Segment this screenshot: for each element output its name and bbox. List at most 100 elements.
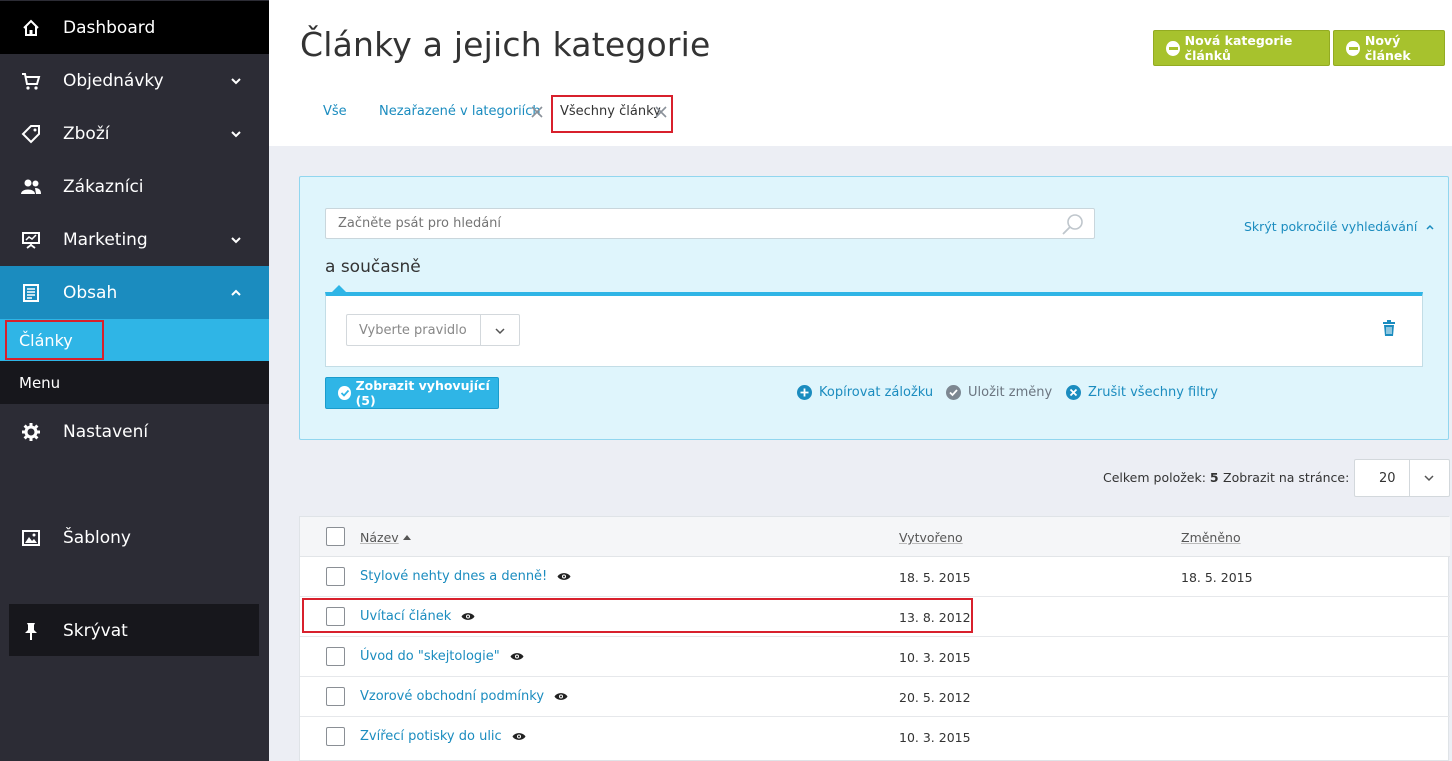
- column-header-label: Název: [360, 530, 399, 545]
- eye-icon: [554, 693, 568, 700]
- total-items-value: 5: [1209, 470, 1219, 485]
- sort-asc-icon: [403, 535, 411, 540]
- users-icon: [20, 176, 42, 198]
- document-icon: [20, 282, 42, 304]
- article-link[interactable]: Úvod do "skejtologie": [360, 649, 524, 664]
- new-category-button[interactable]: Nová kategorie článků: [1153, 30, 1330, 66]
- sidebar-item-sablony[interactable]: Šablony: [0, 511, 269, 564]
- tab-vse[interactable]: Vše: [323, 104, 347, 119]
- row-checkbox[interactable]: [326, 567, 345, 586]
- presentation-icon: [20, 229, 42, 251]
- pin-icon: [20, 620, 42, 642]
- select-divider: [1409, 460, 1410, 496]
- show-matching-button[interactable]: Zobrazit vyhovující (5): [325, 377, 499, 409]
- close-circle-icon: [1066, 385, 1081, 400]
- sidebar-item-nastaveni[interactable]: Nastavení: [0, 405, 269, 458]
- created-date: 13. 8. 2012: [899, 610, 971, 625]
- article-link[interactable]: Stylové nehty dnes a denně!: [360, 569, 571, 584]
- tab-nezarazene[interactable]: Nezařazené v lategoriích: [379, 104, 541, 119]
- article-name: Úvod do "skejtologie": [360, 649, 500, 664]
- tab-vsechny-clanky[interactable]: Všechny články: [560, 104, 661, 119]
- column-header-nazev[interactable]: Název: [360, 530, 399, 545]
- sidebar-subitem-label: Menu: [19, 373, 61, 392]
- sidebar-item-zbozi[interactable]: Zboží: [0, 107, 269, 160]
- sidebar: Dashboard Objednávky Zboží Zákazníci Mar…: [0, 0, 269, 761]
- close-icon[interactable]: [531, 106, 543, 118]
- trash-icon[interactable]: [1382, 320, 1396, 336]
- sidebar-subitem-clanky[interactable]: Články: [0, 319, 269, 361]
- table-header: Název Vytvořeno Změněno: [300, 517, 1450, 557]
- cancel-filters-link[interactable]: Zrušit všechny filtry: [1066, 385, 1218, 400]
- search-input[interactable]: [325, 208, 1095, 239]
- eye-icon: [512, 733, 526, 740]
- sidebar-item-label: Zákazníci: [63, 176, 144, 197]
- hide-advanced-search-link[interactable]: Skrýt pokročilé vyhledávání: [1244, 219, 1435, 234]
- article-name: Vzorové obchodní podmínky: [360, 689, 545, 704]
- total-items-label: Celkem položek:: [1103, 470, 1206, 485]
- article-name: Uvítací článek: [360, 609, 452, 624]
- plus-circle-icon: [797, 385, 812, 400]
- rule-select-value: Vyberte pravidlo: [359, 322, 467, 338]
- new-article-label: Nový článek: [1364, 33, 1411, 63]
- chevron-down-icon: [231, 131, 241, 138]
- article-name: Zvířecí potisky do ulic: [360, 729, 502, 744]
- check-circle-icon: [946, 385, 961, 400]
- hide-advanced-search-label: Skrýt pokročilé vyhledávání: [1244, 219, 1418, 234]
- new-article-button[interactable]: Nový článek: [1333, 30, 1445, 66]
- article-link[interactable]: Uvítací článek: [360, 609, 475, 624]
- table-row: Úvod do "skejtologie" 10. 3. 2015: [300, 637, 1450, 677]
- chevron-down-icon: [231, 237, 241, 244]
- eye-icon: [461, 613, 475, 620]
- column-header-zmeneno[interactable]: Změněno: [1181, 530, 1241, 545]
- page-header: Články a jejich kategorie Nová kategorie…: [269, 0, 1452, 146]
- eye-icon: [557, 573, 571, 580]
- cancel-filters-label: Zrušit všechny filtry: [1088, 385, 1218, 400]
- sidebar-item-obsah[interactable]: Obsah: [0, 266, 269, 319]
- tag-icon: [20, 123, 42, 145]
- sidebar-item-label: Marketing: [63, 229, 148, 250]
- chevron-up-icon: [231, 289, 241, 296]
- sidebar-item-marketing[interactable]: Marketing: [0, 213, 269, 266]
- table-row: Vzorové obchodní podmínky 20. 5. 2012: [300, 677, 1450, 717]
- select-divider: [480, 315, 481, 345]
- chevron-down-icon: [231, 78, 241, 85]
- row-checkbox[interactable]: [326, 607, 345, 626]
- image-icon: [20, 527, 42, 549]
- table-row: Uvítací článek 13. 8. 2012: [300, 597, 1450, 637]
- close-icon[interactable]: [655, 106, 667, 118]
- check-circle-icon: [338, 386, 351, 400]
- article-link[interactable]: Vzorové obchodní podmínky: [360, 689, 568, 704]
- select-all-checkbox[interactable]: [326, 527, 345, 546]
- sidebar-item-zakaznici[interactable]: Zákazníci: [0, 160, 269, 213]
- column-header-vytvoreno[interactable]: Vytvořeno: [899, 530, 963, 545]
- chevron-down-icon: [1424, 475, 1434, 482]
- new-category-label: Nová kategorie článků: [1184, 33, 1293, 63]
- copy-tab-link[interactable]: Kopírovat záložku: [797, 385, 933, 400]
- sidebar-item-label: Zboží: [63, 123, 110, 144]
- sidebar-item-label: Skrývat: [63, 620, 128, 641]
- eye-icon: [510, 653, 524, 660]
- save-changes-link[interactable]: Uložit změny: [946, 385, 1052, 400]
- sidebar-item-skryvat[interactable]: Skrývat: [0, 604, 269, 657]
- per-page-label: Zobrazit na stránce:: [1223, 470, 1350, 485]
- created-date: 20. 5. 2012: [899, 690, 971, 705]
- sidebar-item-objednavky[interactable]: Objednávky: [0, 54, 269, 107]
- sidebar-item-label: Dashboard: [63, 17, 156, 38]
- sidebar-item-dashboard[interactable]: Dashboard: [0, 1, 269, 54]
- rule-select[interactable]: Vyberte pravidlo: [346, 314, 520, 346]
- sidebar-item-label: Objednávky: [63, 70, 164, 91]
- article-link[interactable]: Zvířecí potisky do ulic: [360, 729, 526, 744]
- search-icon[interactable]: [1061, 213, 1085, 235]
- total-items: Celkem položek: 5: [1103, 470, 1219, 485]
- row-checkbox[interactable]: [326, 727, 345, 746]
- table-row: Stylové nehty dnes a denně! 18. 5. 2015 …: [300, 557, 1450, 597]
- and-label: a současně: [325, 257, 421, 277]
- sidebar-subitem-menu[interactable]: Menu: [0, 361, 269, 404]
- row-checkbox[interactable]: [326, 647, 345, 666]
- filter-panel: Skrýt pokročilé vyhledávání a současně V…: [299, 176, 1449, 440]
- row-checkbox[interactable]: [326, 687, 345, 706]
- changed-date: 18. 5. 2015: [1181, 570, 1253, 585]
- per-page-value: 20: [1379, 471, 1396, 486]
- sidebar-subitem-label: Články: [19, 330, 73, 350]
- per-page-select[interactable]: 20: [1354, 459, 1450, 497]
